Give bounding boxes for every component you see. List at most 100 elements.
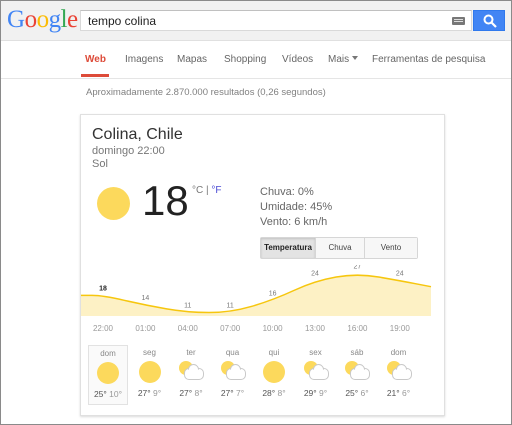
unit-switch: °C | °F xyxy=(192,185,222,196)
tab-wind[interactable]: Vento xyxy=(364,238,417,258)
forecast-low: 7° xyxy=(233,388,245,398)
chart-x-tick-label: 07:00 xyxy=(220,324,241,333)
partly-cloudy-icon xyxy=(303,359,329,385)
forecast-day-name: dom xyxy=(100,349,116,358)
forecast-high: 27° xyxy=(220,388,234,398)
chart-data-label: 18 xyxy=(99,285,107,292)
daily-forecast: dom 25° 10° seg 27° 9° ter 27° 8° qua 27° 7° qui… xyxy=(88,345,418,405)
chart-x-tick-label: 16:00 xyxy=(347,324,368,333)
weather-datetime: domingo 22:00 xyxy=(92,145,165,157)
partly-cloudy-icon xyxy=(344,359,370,385)
keyboard-icon[interactable] xyxy=(452,17,465,25)
chart-data-label: 24 xyxy=(396,271,404,278)
chart-data-label: 27 xyxy=(354,265,362,270)
current-temperature: 18 xyxy=(142,177,189,224)
chart-area xyxy=(81,275,431,316)
forecast-day-name: dom xyxy=(390,348,407,357)
forecast-low: 10° xyxy=(106,389,123,399)
forecast-high: 21° xyxy=(386,388,400,398)
search-input[interactable]: tempo colina xyxy=(80,10,472,31)
weather-details: Chuva: 0% Umidade: 45% Vento: 6 km/h xyxy=(260,185,332,230)
forecast-day[interactable]: seg 27° 9° xyxy=(130,345,170,405)
tab-search-tools[interactable]: Ferramentas de pesquisa xyxy=(372,54,485,65)
forecast-day[interactable]: ter 27° 8° xyxy=(171,345,211,405)
forecast-temps: 27° 8° xyxy=(171,388,211,398)
tab-more-label: Mais xyxy=(328,54,350,65)
tab-more[interactable]: Mais xyxy=(328,54,359,65)
chart-x-tick-label: 19:00 xyxy=(390,324,411,333)
forecast-low: 9° xyxy=(150,388,162,398)
humidity: Umidade: 45% xyxy=(260,201,333,213)
tab-images[interactable]: Imagens xyxy=(125,54,163,65)
forecast-high: 28° xyxy=(262,388,276,398)
forecast-day[interactable]: sáb 25° 6° xyxy=(337,345,377,405)
forecast-temps: 25° 6° xyxy=(337,388,377,398)
temperature-chart: 18 22:00 14 01:00 11 04:00 11 07:00 16 10:00 24 13:… xyxy=(81,265,432,333)
chart-x-tick-label: 04:00 xyxy=(178,324,199,333)
forecast-day[interactable]: qui 28° 8° xyxy=(254,345,294,405)
forecast-day-name: qui xyxy=(268,348,280,357)
chart-x-tick-label: 10:00 xyxy=(263,324,284,333)
search-query-text[interactable]: tempo colina xyxy=(88,14,156,28)
weather-tabs: Temperatura Chuva Vento xyxy=(260,237,418,259)
weather-condition: Sol xyxy=(92,158,108,170)
search-icon xyxy=(483,14,497,28)
forecast-high: 25° xyxy=(345,388,359,398)
result-stats: Aproximadamente 2.870.000 resultados (0,… xyxy=(86,87,326,98)
forecast-temps: 27° 7° xyxy=(213,388,253,398)
forecast-temps: 25° 10° xyxy=(89,389,127,399)
chart-data-label: 24 xyxy=(311,271,319,278)
forecast-low: 6° xyxy=(399,388,411,398)
unit-fahrenheit[interactable]: °F xyxy=(211,185,221,196)
partly-cloudy-icon xyxy=(178,359,204,385)
partly-cloudy-icon xyxy=(220,359,246,385)
search-button[interactable] xyxy=(473,10,505,31)
forecast-low: 6° xyxy=(358,388,369,398)
tab-web[interactable]: Web xyxy=(85,54,106,65)
tab-maps[interactable]: Mapas xyxy=(177,54,207,65)
forecast-day[interactable]: dom 21° 6° xyxy=(379,345,419,405)
chart-data-label: 11 xyxy=(227,303,234,310)
forecast-low: 8° xyxy=(192,388,203,398)
sun-icon xyxy=(95,360,121,386)
tab-rain[interactable]: Chuva xyxy=(315,238,364,258)
forecast-temps: 27° 9° xyxy=(130,388,170,398)
chart-data-label: 16 xyxy=(269,290,277,297)
forecast-day-name: seg xyxy=(143,348,156,357)
tab-temperature[interactable]: Temperatura xyxy=(261,238,315,258)
search-header: Google tempo colina xyxy=(1,1,511,41)
weather-location: Colina, Chile xyxy=(92,126,183,143)
sun-icon xyxy=(261,359,287,385)
weather-card: Colina, Chile domingo 22:00 Sol 18 °C | … xyxy=(80,114,445,416)
forecast-day[interactable]: qua 27° 7° xyxy=(213,345,253,405)
search-nav: Web Imagens Mapas Shopping Vídeos Mais F… xyxy=(1,41,511,79)
forecast-temps: 29° 9° xyxy=(296,388,336,398)
partly-cloudy-icon xyxy=(386,359,412,385)
forecast-day[interactable]: dom 25° 10° xyxy=(88,345,128,405)
forecast-high: 29° xyxy=(303,388,317,398)
tab-videos[interactable]: Vídeos xyxy=(282,54,313,65)
unit-celsius[interactable]: °C xyxy=(192,185,203,196)
forecast-day[interactable]: sex 29° 9° xyxy=(296,345,336,405)
forecast-day-name: sáb xyxy=(350,348,364,357)
chart-x-tick-label: 22:00 xyxy=(93,324,114,333)
chart-data-label: 11 xyxy=(184,303,191,310)
tab-shopping[interactable]: Shopping xyxy=(224,54,266,65)
chart-x-tick-label: 01:00 xyxy=(135,324,156,333)
sun-icon xyxy=(137,359,163,385)
chart-x-tick-label: 13:00 xyxy=(305,324,326,333)
forecast-temps: 28° 8° xyxy=(254,388,294,398)
sun-icon xyxy=(97,187,130,220)
forecast-low: 9° xyxy=(316,388,328,398)
forecast-high: 27° xyxy=(179,388,193,398)
chevron-down-icon xyxy=(352,56,359,60)
forecast-day-name: ter xyxy=(186,348,196,357)
google-logo[interactable]: Google xyxy=(7,7,78,33)
forecast-temps: 21° 6° xyxy=(379,388,419,398)
rain-chance: Chuva: 0% xyxy=(260,186,314,198)
forecast-day-name: qua xyxy=(225,348,240,357)
forecast-day-name: sex xyxy=(309,348,322,357)
forecast-high: 27° xyxy=(137,388,151,398)
forecast-low: 8° xyxy=(275,388,286,398)
chart-data-label: 14 xyxy=(142,295,150,302)
